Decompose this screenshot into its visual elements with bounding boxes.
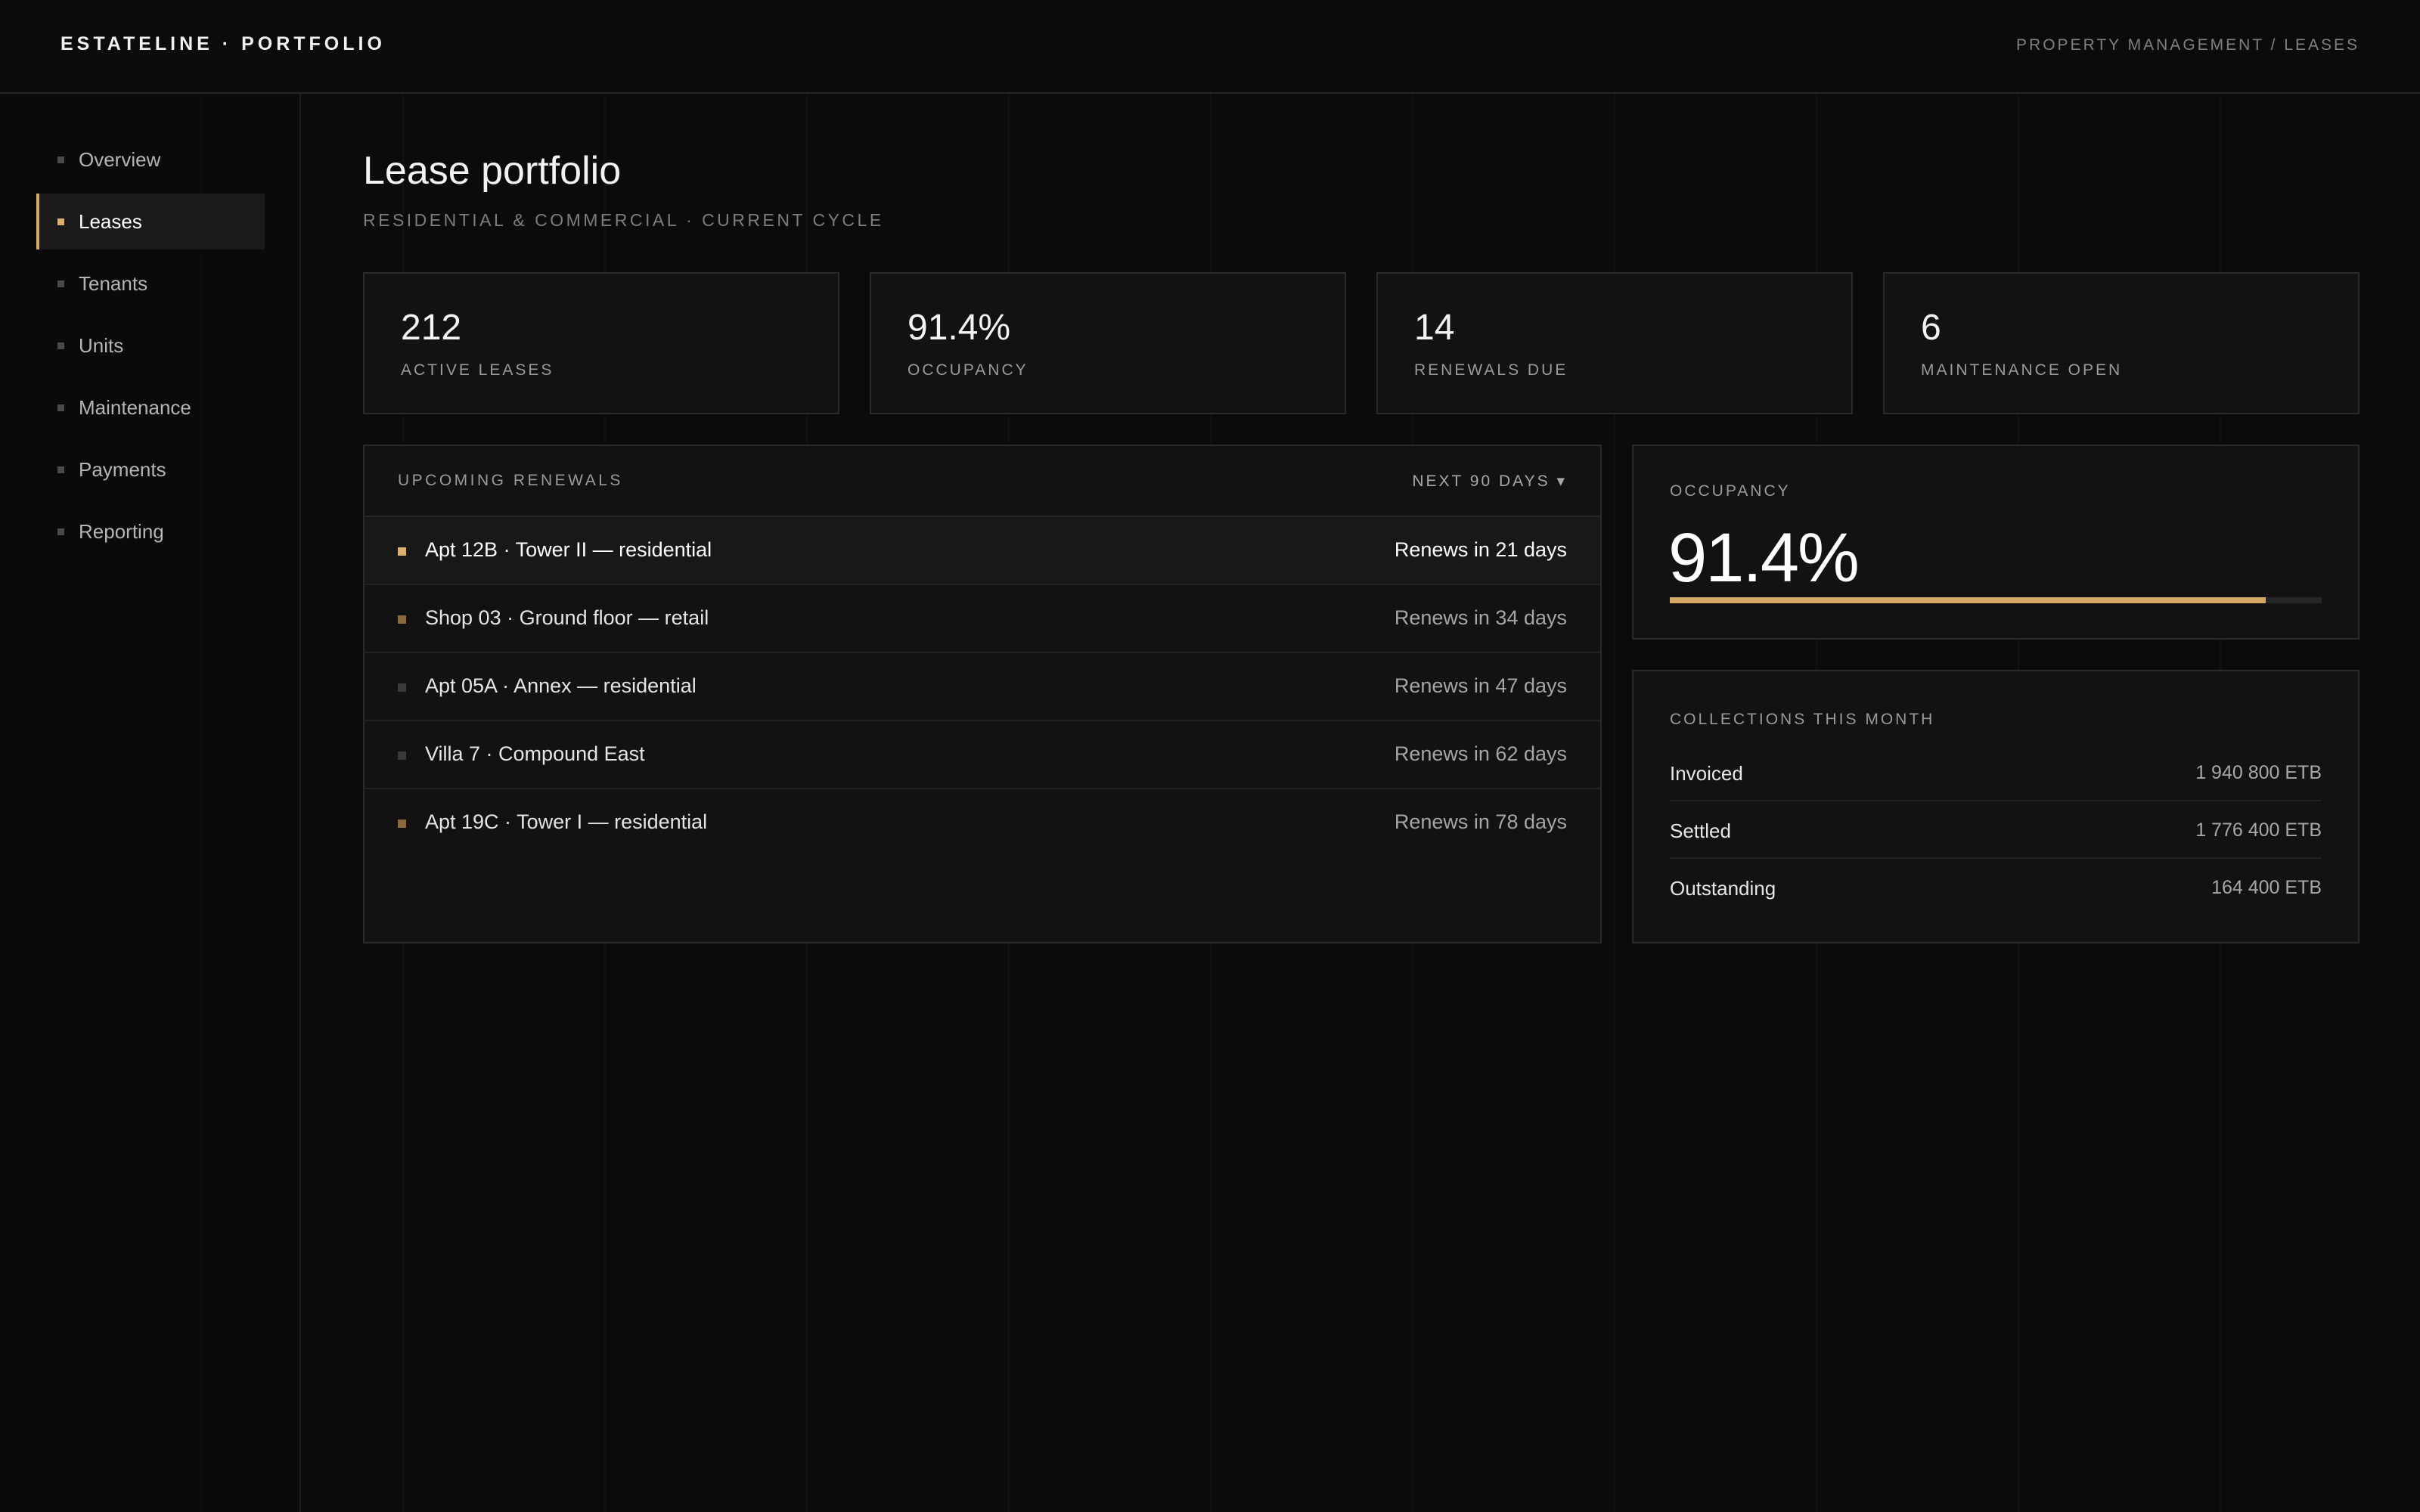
square-bullet-icon <box>57 156 64 163</box>
collections-row-settled: Settled 1 776 400 ETB <box>1670 801 2322 859</box>
stat-value: 91.4% <box>908 308 1011 348</box>
list-item[interactable]: Apt 19C · Tower I — residential Renews i… <box>365 789 1600 857</box>
sidebar-item-maintenance[interactable]: Maintenance <box>36 380 265 435</box>
status-marker-icon <box>398 751 406 760</box>
collections-amount: 1 940 800 ETB <box>2195 762 2322 783</box>
status-marker-icon <box>398 615 406 624</box>
sidebar-item-label: Tenants <box>79 271 148 295</box>
sidebar-item-label: Leases <box>79 209 142 233</box>
sidebar-item-leases[interactable]: Leases <box>36 194 265 249</box>
lease-unit-name: Apt 12B · Tower II — residential <box>425 538 712 561</box>
collections-key: Settled <box>1670 820 1731 842</box>
collections-amount: 1 776 400 ETB <box>2195 820 2322 841</box>
panel-title: UPCOMING RENEWALS <box>398 472 623 489</box>
list-item[interactable]: Villa 7 · Compound East Renews in 62 day… <box>365 721 1600 789</box>
renewal-due-text: Renews in 34 days <box>1394 606 1567 629</box>
collections-row-invoiced: Invoiced 1 940 800 ETB <box>1670 744 2322 801</box>
sidebar-item-overview[interactable]: Overview <box>36 132 265 187</box>
stat-card-maintenance-open: 6 MAINTENANCE OPEN <box>1883 272 2360 414</box>
list-item[interactable]: Apt 12B · Tower II — residential Renews … <box>365 517 1600 585</box>
list-item[interactable]: Shop 03 · Ground floor — retail Renews i… <box>365 585 1600 653</box>
app-root: ESTATELINE · PORTFOLIO PROPERTY MANAGEME… <box>0 0 2420 1512</box>
sidebar-item-label: Overview <box>79 147 161 171</box>
stat-label: ACTIVE LEASES <box>401 361 554 379</box>
square-bullet-icon <box>57 280 64 287</box>
square-bullet-icon <box>57 404 64 411</box>
status-marker-icon <box>398 820 406 828</box>
stat-value: 212 <box>401 308 462 348</box>
sidebar-item-label: Reporting <box>79 519 164 543</box>
collections-list: Invoiced 1 940 800 ETB Settled 1 776 400… <box>1670 744 2322 916</box>
stat-label: RENEWALS DUE <box>1414 361 1568 379</box>
sidebar-item-label: Maintenance <box>79 395 191 419</box>
square-bullet-icon <box>57 342 64 349</box>
square-bullet-icon <box>57 218 64 225</box>
collections-row-outstanding: Outstanding 164 400 ETB <box>1670 859 2322 916</box>
panel-title: COLLECTIONS THIS MONTH <box>1670 711 1935 728</box>
lease-unit-name: Apt 19C · Tower I — residential <box>425 810 708 833</box>
list-item[interactable]: Apt 05A · Annex — residential Renews in … <box>365 653 1600 721</box>
upcoming-renewals-panel: UPCOMING RENEWALS NEXT 90 DAYS ▾ Apt 12B… <box>363 445 1602 943</box>
sidebar-item-units[interactable]: Units <box>36 318 265 373</box>
status-marker-icon <box>398 683 406 692</box>
stat-label: MAINTENANCE OPEN <box>1921 361 2123 379</box>
top-bar: ESTATELINE · PORTFOLIO PROPERTY MANAGEME… <box>0 0 2420 94</box>
lease-unit-name: Apt 05A · Annex — residential <box>425 674 697 697</box>
stat-card-renewals-due: 14 RENEWALS DUE <box>1376 272 1853 414</box>
stat-value: 14 <box>1414 308 1455 348</box>
sidebar-item-tenants[interactable]: Tenants <box>36 256 265 311</box>
occupancy-progress-bar <box>1670 597 2322 603</box>
panel-title: OCCUPANCY <box>1670 482 1791 500</box>
brand-logo[interactable]: ESTATELINE · PORTFOLIO <box>60 33 386 55</box>
lease-unit-name: Shop 03 · Ground floor — retail <box>425 606 709 629</box>
period-filter-dropdown[interactable]: NEXT 90 DAYS ▾ <box>1412 472 1567 491</box>
sidebar: Overview Leases Tenants Units Maintenanc… <box>0 94 301 1512</box>
sidebar-nav: Overview Leases Tenants Units Maintenanc… <box>36 132 265 565</box>
renewal-due-text: Renews in 47 days <box>1394 674 1567 697</box>
renewal-due-text: Renews in 21 days <box>1394 538 1567 561</box>
occupancy-value: 91.4% <box>1668 519 1860 596</box>
square-bullet-icon <box>57 528 64 535</box>
page-subtitle: RESIDENTIAL & COMMERCIAL · CURRENT CYCLE <box>363 210 884 230</box>
stat-label: OCCUPANCY <box>908 361 1028 379</box>
occupancy-progress-fill <box>1670 597 2266 603</box>
collections-panel: COLLECTIONS THIS MONTH Invoiced 1 940 80… <box>1632 670 2360 943</box>
stat-card-active-leases: 212 ACTIVE LEASES <box>363 272 839 414</box>
collections-key: Invoiced <box>1670 762 1743 785</box>
square-bullet-icon <box>57 466 64 473</box>
breadcrumb: PROPERTY MANAGEMENT / LEASES <box>2016 36 2360 54</box>
renewal-due-text: Renews in 62 days <box>1394 742 1567 765</box>
renewals-list: Apt 12B · Tower II — residential Renews … <box>365 517 1600 857</box>
stat-card-occupancy: 91.4% OCCUPANCY <box>870 272 1346 414</box>
collections-key: Outstanding <box>1670 877 1776 900</box>
sidebar-item-label: Units <box>79 333 124 357</box>
sidebar-item-payments[interactable]: Payments <box>36 442 265 497</box>
sidebar-item-label: Payments <box>79 457 166 481</box>
status-marker-icon <box>398 547 406 556</box>
stat-value: 6 <box>1921 308 1941 348</box>
collections-amount: 164 400 ETB <box>2211 877 2322 898</box>
sidebar-item-reporting[interactable]: Reporting <box>36 503 265 559</box>
lease-unit-name: Villa 7 · Compound East <box>425 742 645 765</box>
occupancy-panel: OCCUPANCY 91.4% <box>1632 445 2360 640</box>
panel-header: UPCOMING RENEWALS NEXT 90 DAYS ▾ <box>365 446 1600 517</box>
renewal-due-text: Renews in 78 days <box>1394 810 1567 833</box>
page-title: Lease portfolio <box>363 149 622 193</box>
